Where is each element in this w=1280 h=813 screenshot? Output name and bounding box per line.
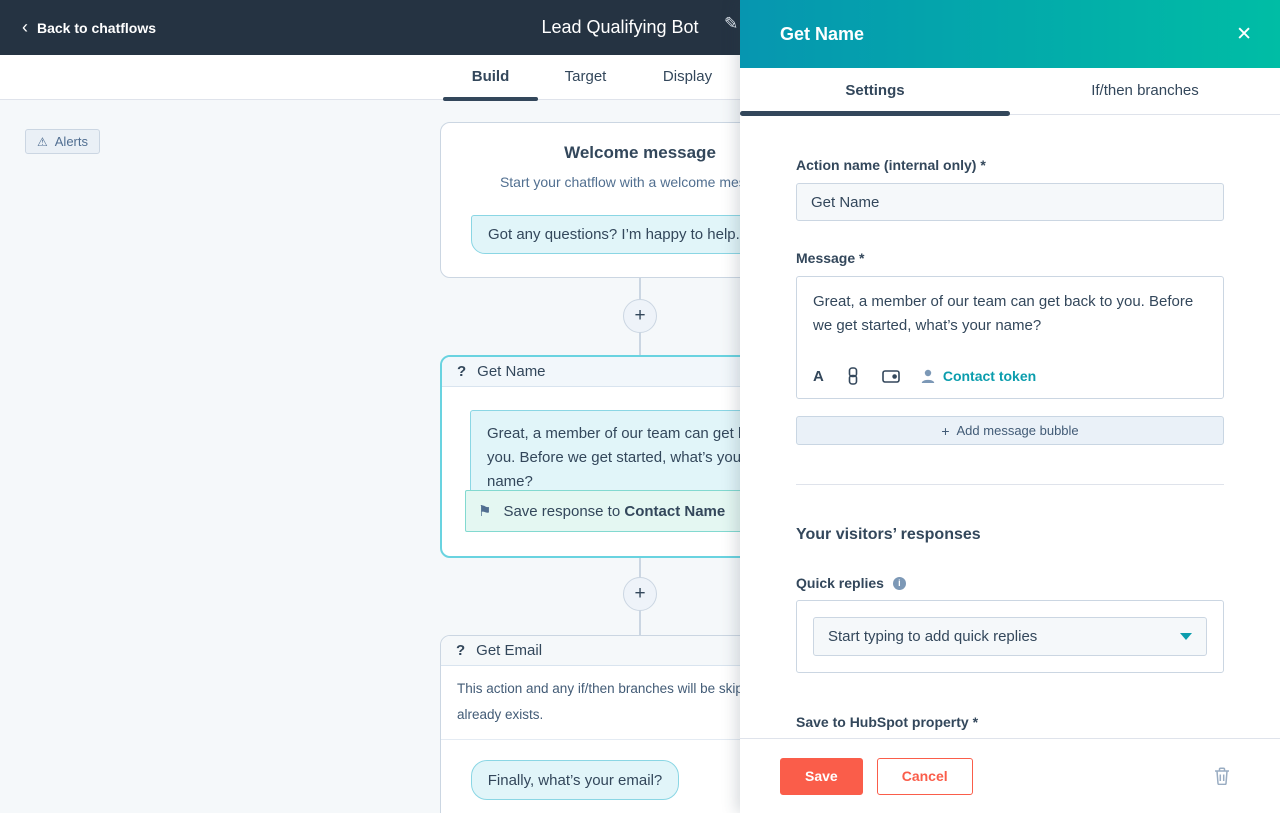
chevron-left-icon: ‹	[22, 18, 28, 36]
warning-icon: ⚠	[37, 135, 48, 149]
panel-tab-ifthen[interactable]: If/then branches	[1010, 68, 1280, 114]
delete-trash-icon[interactable]	[1214, 767, 1230, 785]
tab-display[interactable]: Display	[645, 55, 730, 100]
person-icon	[921, 369, 935, 384]
back-to-chatflows-button[interactable]: ‹ Back to chatflows	[22, 0, 156, 55]
save-response-prefix: Save response to	[503, 503, 620, 520]
quick-replies-label: Quick replies	[796, 575, 884, 591]
info-icon[interactable]: i	[893, 577, 906, 590]
panel-header: Get Name ✕	[740, 0, 1280, 68]
link-icon[interactable]	[845, 367, 861, 385]
question-icon: ?	[456, 642, 465, 659]
save-property-label: Save to HubSpot property *	[796, 714, 1224, 730]
question-icon: ?	[457, 363, 466, 380]
text-format-icon[interactable]: A	[813, 368, 824, 385]
panel-title: Get Name	[780, 24, 864, 45]
add-action-button[interactable]: +	[623, 299, 657, 333]
responses-heading: Your visitors’ responses	[796, 526, 1224, 544]
back-label: Back to chatflows	[37, 20, 156, 36]
chatflow-builder-app: ‹ Back to chatflows Lead Qualifying Bot …	[0, 0, 1280, 813]
edit-pencil-icon[interactable]: ✎	[724, 14, 738, 34]
plus-icon: +	[634, 583, 645, 605]
panel-tabs: Settings If/then branches	[740, 68, 1280, 115]
active-tab-underline	[443, 97, 538, 101]
save-button[interactable]: Save	[780, 758, 863, 795]
contact-token-label: Contact token	[943, 368, 1036, 384]
cancel-button[interactable]: Cancel	[877, 758, 973, 795]
message-editor: Great, a member of our team can get back…	[796, 276, 1224, 399]
contact-token-button[interactable]: Contact token	[921, 368, 1036, 384]
action-name-label: Action name (internal only) *	[796, 157, 1224, 173]
quick-replies-dropdown[interactable]: Start typing to add quick replies	[813, 617, 1207, 656]
tab-build[interactable]: Build	[443, 55, 538, 100]
quick-replies-box: Start typing to add quick replies	[796, 600, 1224, 673]
action-name-input[interactable]	[796, 183, 1224, 221]
bot-title: Lead Qualifying Bot	[520, 0, 720, 55]
add-action-button[interactable]: +	[623, 577, 657, 611]
quick-replies-placeholder: Start typing to add quick replies	[828, 628, 1037, 645]
tab-display-label: Display	[663, 68, 712, 85]
get-email-card-title: Get Email	[476, 642, 542, 659]
save-response-text: Save response to Contact Name	[503, 503, 725, 520]
message-label: Message *	[796, 250, 1224, 266]
flag-icon: ⚑	[478, 502, 491, 520]
plus-icon: +	[634, 305, 645, 327]
message-toolbar: A Contact token	[797, 361, 1223, 398]
close-icon[interactable]: ✕	[1232, 19, 1256, 50]
tab-target-label: Target	[565, 68, 607, 85]
chevron-down-icon	[1180, 633, 1192, 640]
alerts-label: Alerts	[55, 134, 88, 149]
tab-build-label: Build	[472, 68, 510, 85]
panel-content: Action name (internal only) * Message * …	[740, 116, 1280, 738]
action-editor-panel: Get Name ✕ Settings If/then branches Act…	[740, 0, 1280, 813]
alerts-button[interactable]: ⚠ Alerts	[25, 129, 100, 154]
quick-replies-row: Quick replies i	[796, 575, 1224, 591]
section-divider	[796, 484, 1224, 485]
panel-footer: Save Cancel	[740, 738, 1280, 813]
panel-tab-settings[interactable]: Settings	[740, 68, 1010, 114]
plus-icon: +	[941, 423, 949, 439]
add-message-bubble-label: Add message bubble	[957, 423, 1079, 438]
save-response-property: Contact Name	[624, 503, 725, 520]
message-textbox[interactable]: Great, a member of our team can get back…	[797, 277, 1223, 361]
add-message-bubble-button[interactable]: + Add message bubble	[796, 416, 1224, 445]
get-name-card-title: Get Name	[477, 363, 545, 380]
get-email-message-bubble[interactable]: Finally, what’s your email?	[471, 760, 679, 800]
video-icon[interactable]	[882, 369, 900, 384]
tab-target[interactable]: Target	[548, 55, 623, 100]
